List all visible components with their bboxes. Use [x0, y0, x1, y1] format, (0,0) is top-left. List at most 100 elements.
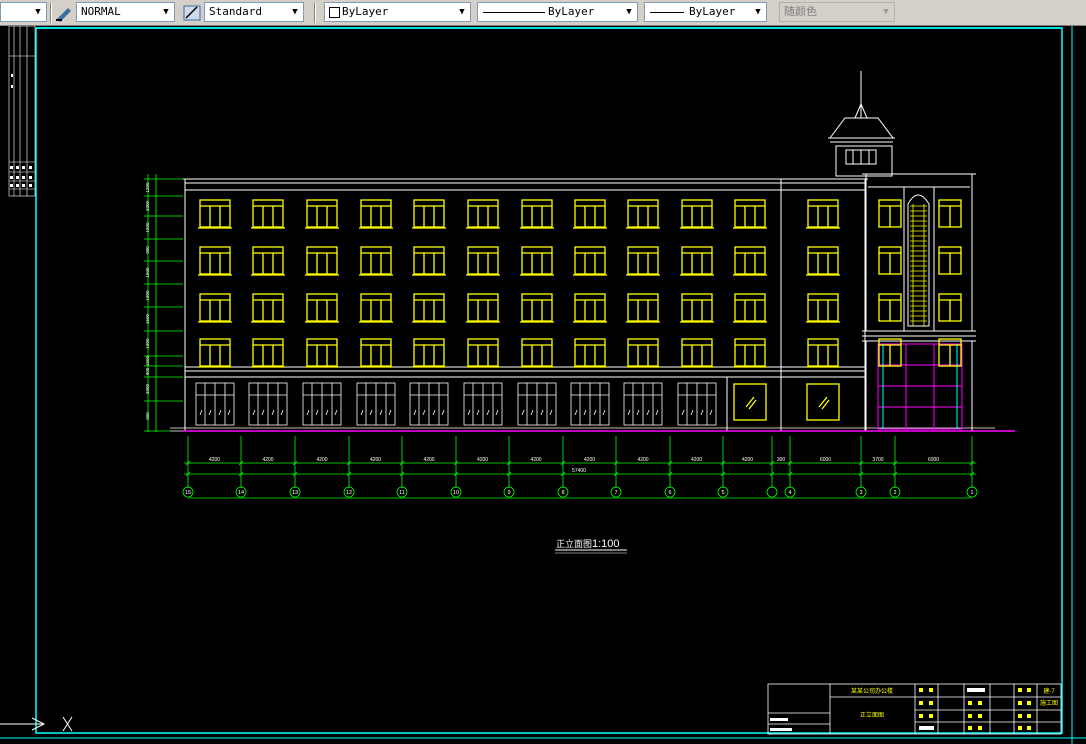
- upper-window: [626, 338, 660, 368]
- upper-window: [520, 199, 554, 229]
- axis-bubble: 7: [610, 486, 622, 498]
- svg-text:11: 11: [399, 490, 405, 496]
- shop-door: [356, 382, 396, 426]
- upper-window: [466, 338, 500, 368]
- axis-bubble: 4: [784, 486, 796, 498]
- upper-window: [305, 338, 339, 368]
- wing-window: [938, 293, 962, 322]
- upper-window: [733, 199, 767, 229]
- shop-door: [463, 382, 503, 426]
- bay-dimension-label: 4200: [262, 457, 273, 463]
- bay-dimension-label: 6000: [928, 457, 939, 463]
- level-dimension-label: 3300: [145, 383, 150, 394]
- lineweight-control-combo[interactable]: ByLayer ▼: [644, 2, 767, 22]
- bay-dimension-label: 4200: [530, 457, 541, 463]
- bay-dimension-label: 3700: [872, 457, 883, 463]
- dimension-style-icon[interactable]: [182, 3, 202, 23]
- upper-window: [733, 293, 767, 323]
- axis-bubble: 6: [664, 486, 676, 498]
- chevron-down-icon[interactable]: ▼: [750, 3, 766, 21]
- margin-table-text: [10, 74, 32, 187]
- bay-dimension-label: 4200: [637, 457, 648, 463]
- drawing-canvas[interactable]: 1200330015009001500180015001800150090033…: [0, 26, 1086, 744]
- upper-window: [359, 338, 393, 368]
- wing-window: [938, 199, 962, 228]
- toolbar-separator: [50, 3, 52, 23]
- color-control-combo[interactable]: ByLayer ▼: [324, 2, 471, 22]
- level-dimension-label: 1500: [145, 267, 150, 278]
- bay-dimension-label: 300: [777, 457, 786, 463]
- drawing-scale: 1:100: [592, 538, 620, 550]
- chevron-down-icon[interactable]: ▼: [30, 3, 46, 21]
- upper-window: [466, 199, 500, 229]
- chevron-down-icon[interactable]: ▼: [621, 3, 637, 21]
- title-block: 某某公司办公楼 正立面图 建-7 施工图: [767, 683, 1062, 735]
- upper-window: [626, 293, 660, 323]
- upper-window: [806, 293, 840, 323]
- lineweight-sample-icon: [650, 12, 684, 13]
- bay-dimension-label: 4200: [209, 457, 220, 463]
- level-dimension-label: 1500: [145, 313, 150, 324]
- display-window: [806, 383, 840, 421]
- upper-window: [198, 293, 232, 323]
- axis-bubble: 9: [503, 486, 515, 498]
- upper-window: [412, 246, 446, 276]
- upper-window: [412, 293, 446, 323]
- upper-window: [251, 293, 285, 323]
- upper-window: [573, 338, 607, 368]
- axis-bubble: 5: [717, 486, 729, 498]
- upper-window: [520, 338, 554, 368]
- svg-text:8: 8: [561, 490, 564, 496]
- level-dimension-label: 1200: [145, 182, 150, 193]
- axis-bubble: 3: [855, 486, 867, 498]
- axis-bubble: 10: [450, 486, 462, 498]
- linetype-control-combo[interactable]: ByLayer ▼: [477, 2, 638, 22]
- title-block-phase: 施工图: [1040, 699, 1058, 707]
- title-block-sheet-no: 建-7: [1043, 687, 1055, 695]
- upper-window: [806, 199, 840, 229]
- upper-window: [680, 246, 714, 276]
- upper-window: [573, 199, 607, 229]
- chevron-down-icon[interactable]: ▼: [158, 3, 174, 21]
- upper-window: [359, 199, 393, 229]
- bay-dimension-label: 4200: [584, 457, 595, 463]
- upper-window: [733, 338, 767, 368]
- level-dimension-label: 1500: [145, 355, 150, 366]
- bay-dimension-label: 4200: [370, 457, 381, 463]
- svg-text:5: 5: [721, 490, 724, 496]
- text-style-combo[interactable]: NORMAL ▼: [76, 2, 175, 22]
- level-dimension-label: 1800: [145, 290, 150, 301]
- dimension-style-combo[interactable]: Standard ▼: [204, 2, 304, 22]
- axis-grid-bubbles: 15 14 13 12 11 10 9 8 7 6 5 4 3 2 1: [182, 486, 978, 498]
- title-block-drawing-name: 正立面图: [860, 711, 884, 719]
- shop-door: [302, 382, 342, 426]
- chevron-down-icon: ▼: [883, 7, 889, 17]
- wing-window: [878, 293, 902, 322]
- svg-text:2: 2: [893, 490, 896, 496]
- level-dimension-label: 900: [145, 367, 150, 375]
- display-window: [733, 383, 767, 421]
- upper-window: [680, 338, 714, 368]
- plot-style-combo: 随颜色 ▼: [779, 2, 895, 22]
- layer-combo[interactable]: ▼: [0, 2, 47, 22]
- drawing-caption-group: 正立面图 1:100: [555, 538, 627, 554]
- svg-text:9: 9: [507, 490, 510, 496]
- shop-door: [409, 382, 449, 426]
- axis-bubble: 1: [966, 486, 978, 498]
- axis-bubble: 12: [343, 486, 355, 498]
- axis-bubble: 11: [396, 486, 408, 498]
- level-dimension-label: 900: [145, 246, 150, 254]
- text-style-icon[interactable]: [54, 3, 74, 23]
- upper-window: [251, 246, 285, 276]
- upper-window: [680, 293, 714, 323]
- wing-window: [938, 338, 962, 367]
- building-elevation: [170, 71, 1015, 432]
- axis-bubble: 14: [235, 486, 247, 498]
- axis-bubble: 2: [889, 486, 901, 498]
- upper-window: [198, 338, 232, 368]
- sheet-border: [35, 27, 1063, 734]
- chevron-down-icon[interactable]: ▼: [454, 3, 470, 21]
- color-swatch-icon: [329, 7, 340, 18]
- chevron-down-icon[interactable]: ▼: [287, 3, 303, 21]
- shop-door: [570, 382, 610, 426]
